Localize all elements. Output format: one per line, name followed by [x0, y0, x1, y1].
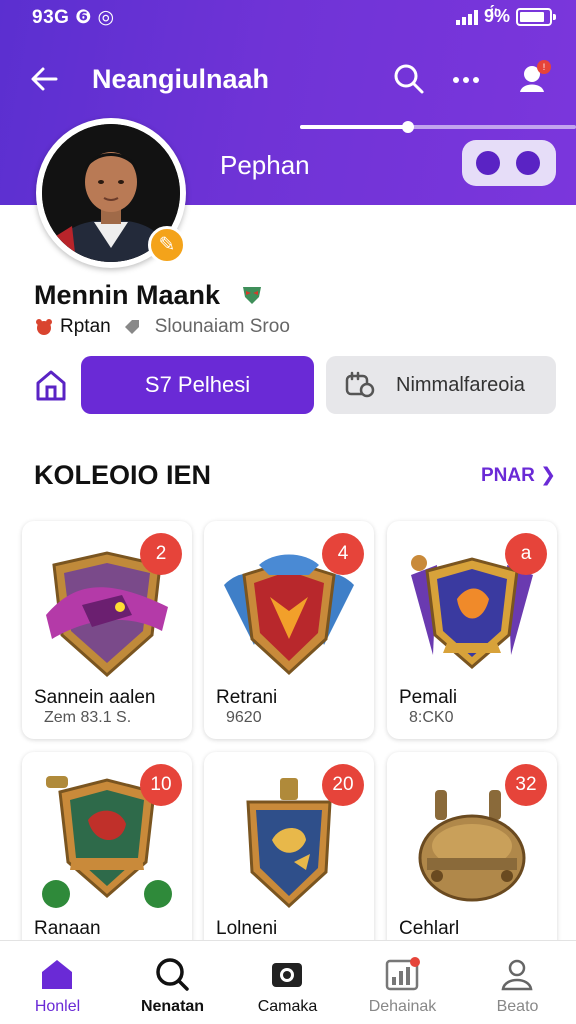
bottom-navigation: Honlel Nenatan Camaka Dehainak Beato	[0, 940, 576, 1024]
notification-user-icon[interactable]: !	[514, 58, 554, 98]
page-title: Neangiulnaah	[92, 64, 270, 94]
nav-label: Camaka	[257, 998, 318, 1015]
card-title: Sannein aalen	[34, 687, 156, 708]
header-name: Pephan	[220, 150, 310, 180]
profile-role: Rptan	[60, 316, 111, 337]
profile-subtitle: Rptan Slounaiam Sroo	[34, 316, 290, 338]
svg-text:!: !	[543, 62, 546, 72]
battery-icon	[516, 7, 556, 26]
signal-icon	[455, 9, 478, 25]
count-badge: 4	[322, 533, 364, 575]
count-badge: 32	[505, 764, 547, 806]
share-icon	[345, 371, 375, 398]
edit-badge-icon[interactable]: ✎	[148, 226, 186, 264]
card-meta: 9620	[226, 709, 262, 726]
mask-emoji-icon	[243, 287, 261, 304]
profile-icon	[501, 959, 533, 991]
nav-label: Nenatan	[140, 998, 205, 1015]
count-badge: 10	[140, 764, 182, 806]
card-title: Pemali	[399, 687, 458, 708]
nav-item-profile[interactable]: Beato	[460, 941, 575, 1024]
status-time: 93G ❻ ◎	[32, 7, 115, 28]
profile-actions: S7 Pelhesi Nimmalfareoia	[0, 356, 576, 414]
nav-item-home[interactable]: Honlel	[0, 941, 115, 1024]
back-arrow-icon[interactable]	[28, 62, 62, 96]
secondary-action-label: Nimmalfareoia	[396, 374, 525, 396]
collection-card[interactable]: 32 Cehlarl	[387, 752, 557, 970]
dashboard-icon	[385, 957, 420, 991]
card-title: Cehlarl	[399, 918, 460, 939]
camera-icon	[272, 963, 302, 987]
nav-label: Honlel	[34, 998, 81, 1015]
nav-item-search[interactable]: Nenatan	[115, 941, 230, 1024]
nav-item-camera[interactable]: Camaka	[230, 941, 345, 1024]
view-toggle[interactable]	[462, 140, 556, 186]
collection-card[interactable]: 4 Retrani 9620	[204, 521, 374, 739]
card-meta: 8:CK0	[409, 709, 454, 726]
secondary-action-button[interactable]: Nimmalfareoia	[326, 356, 556, 414]
profile-name: Mennin Maank	[34, 280, 221, 310]
card-title: Lolneni	[216, 918, 278, 939]
card-meta: Zem 83.1 S.	[44, 709, 132, 726]
nav-item-dashboard[interactable]: Dehainak	[345, 941, 460, 1024]
section-title: KOLEOIO IEN	[34, 460, 212, 490]
section-see-all-link[interactable]: PNAR ❯	[481, 464, 556, 487]
home-icon	[42, 960, 72, 989]
profile-meta: Slounaiam Sroo	[154, 316, 290, 337]
count-badge: a	[505, 533, 547, 575]
avatar[interactable]: ✎	[36, 118, 186, 268]
collection-card[interactable]: 10 Ranaan	[22, 752, 192, 970]
tag-icon	[124, 320, 139, 334]
battery-percent: 9̈́%	[483, 6, 510, 26]
slider-thumb[interactable]	[401, 121, 414, 133]
header-slider[interactable]	[300, 120, 576, 134]
count-badge: 20	[322, 764, 364, 806]
top-app-bar: Neangiulnaah !	[0, 56, 576, 102]
search-icon[interactable]	[392, 62, 426, 96]
collection-card[interactable]: 20 Lolneni	[204, 752, 374, 970]
nav-label: Dehainak	[368, 998, 437, 1015]
status-bar: 93G ❻ ◎ 9̈́%	[0, 0, 576, 36]
count-badge: 2	[140, 533, 182, 575]
section-link-label: PNAR	[481, 465, 535, 486]
collection-card[interactable]: a Pemali 8:CK0	[387, 521, 557, 739]
card-title: Retrani	[216, 687, 278, 708]
more-options-icon[interactable]	[448, 62, 484, 96]
nav-label: Beato	[496, 998, 539, 1015]
search-icon	[156, 958, 189, 991]
card-title: Ranaan	[34, 918, 101, 939]
home-outline-icon[interactable]	[34, 368, 68, 402]
primary-action-button[interactable]: S7 Pelhesi	[81, 356, 314, 414]
collection-card[interactable]: 2 Sannein aalen Zem 83.1 S.	[22, 521, 192, 739]
role-icon	[36, 319, 52, 335]
